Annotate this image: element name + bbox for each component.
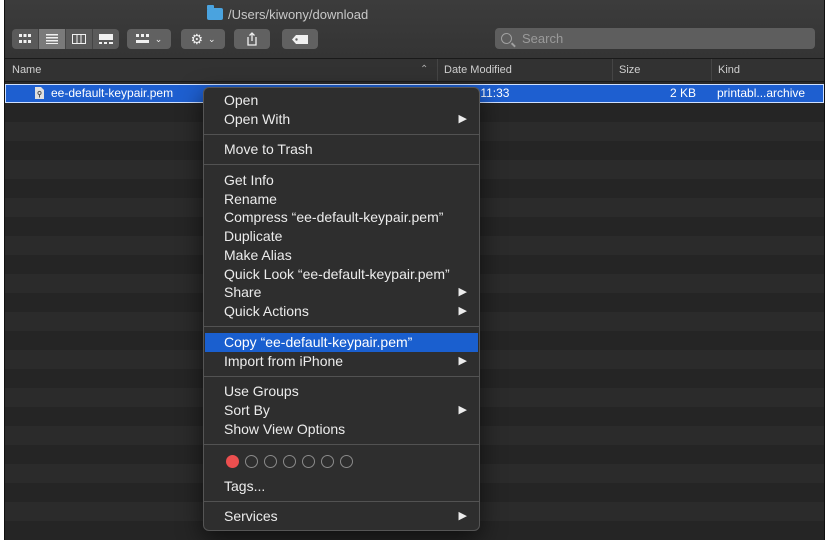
column-view-icon <box>72 34 86 44</box>
menu-item-quick-look[interactable]: Quick Look “ee-default-keypair.pem” <box>205 265 478 284</box>
menu-item-label: Import from iPhone <box>224 353 344 369</box>
tag-dot[interactable] <box>245 455 258 468</box>
file-size: 2 KB <box>670 86 697 100</box>
menu-item-get-info[interactable]: Get Info <box>205 171 478 190</box>
edit-tags-button[interactable] <box>282 29 318 49</box>
menu-item-label: Open With <box>224 111 291 127</box>
view-mode-segmented-control[interactable] <box>12 29 119 49</box>
column-header: Name ⌃ Date Modified Size Kind <box>5 59 824 82</box>
icon-view-icon <box>19 34 31 43</box>
tag-dot[interactable] <box>321 455 334 468</box>
column-view-button[interactable] <box>66 29 93 49</box>
tag-color-row <box>226 455 353 468</box>
submenu-arrow-icon: ▶ <box>458 286 467 298</box>
tag-dot[interactable] <box>302 455 315 468</box>
menu-item-quick-actions[interactable]: Quick Actions ▶ <box>205 302 478 321</box>
menu-item-make-alias[interactable]: Make Alias <box>205 246 478 265</box>
submenu-arrow-icon: ▶ <box>458 305 467 317</box>
column-name-header[interactable]: Name <box>12 59 41 81</box>
menu-item-label: Open <box>224 92 259 108</box>
menu-separator <box>204 444 479 445</box>
action-menu-button[interactable]: ⚙ ⌄ <box>181 29 225 49</box>
window-title: /Users/kiwony/download <box>207 5 368 23</box>
file-name: ee-default-keypair.pem <box>51 86 174 100</box>
chevron-down-icon: ⌄ <box>208 33 216 44</box>
chevron-down-icon: ⌄ <box>154 33 163 44</box>
menu-separator <box>204 376 479 377</box>
file-kind: printabl...archive <box>717 86 806 100</box>
folder-icon <box>207 5 223 20</box>
menu-item-label: Get Info <box>224 172 274 188</box>
menu-item-label: Copy “ee-default-keypair.pem” <box>224 334 413 350</box>
group-icon <box>135 34 149 43</box>
share-button[interactable] <box>234 29 270 49</box>
tag-icon <box>292 34 308 44</box>
menu-item-label: Make Alias <box>224 247 292 263</box>
tag-dot[interactable] <box>264 455 277 468</box>
menu-item-sort-by[interactable]: Sort By ▶ <box>205 401 478 420</box>
menu-item-share[interactable]: Share ▶ <box>205 283 478 302</box>
menu-item-label: Compress “ee-default-keypair.pem” <box>224 209 444 225</box>
submenu-arrow-icon: ▶ <box>458 355 467 367</box>
column-kind-header[interactable]: Kind <box>711 59 824 81</box>
column-size-header[interactable]: Size <box>612 59 709 81</box>
group-by-button[interactable]: ⌄ <box>127 29 171 49</box>
menu-item-show-view-options[interactable]: Show View Options <box>205 420 478 439</box>
share-icon <box>247 32 257 46</box>
menu-item-label: Share <box>224 284 262 300</box>
list-view-button[interactable] <box>39 29 66 49</box>
menu-item-label: Show View Options <box>224 421 346 437</box>
gear-icon: ⚙ <box>190 31 203 47</box>
menu-item-services[interactable]: Services ▶ <box>205 507 478 526</box>
menu-separator <box>204 134 479 135</box>
submenu-arrow-icon: ▶ <box>458 404 467 416</box>
search-input[interactable] <box>520 30 804 47</box>
gallery-view-button[interactable] <box>93 29 119 49</box>
menu-item-copy[interactable]: Copy “ee-default-keypair.pem” <box>205 333 478 352</box>
menu-item-label: Duplicate <box>224 228 283 244</box>
menu-item-label: Use Groups <box>224 383 299 399</box>
menu-item-label: Sort By <box>224 402 270 418</box>
menu-item-compress[interactable]: Compress “ee-default-keypair.pem” <box>205 208 478 227</box>
menu-separator <box>204 326 479 327</box>
gallery-view-icon <box>99 34 113 44</box>
menu-item-open-with[interactable]: Open With ▶ <box>205 110 478 129</box>
submenu-arrow-icon: ▶ <box>458 510 467 522</box>
menu-separator <box>204 501 479 502</box>
menu-item-move-to-trash[interactable]: Move to Trash <box>205 140 478 159</box>
menu-item-label: Quick Actions <box>224 303 309 319</box>
context-menu: Open Open With ▶ Move to Trash Get Info R… <box>203 87 480 531</box>
menu-item-rename[interactable]: Rename <box>205 190 478 209</box>
tag-dot[interactable] <box>283 455 296 468</box>
column-date-header[interactable]: Date Modified <box>437 59 614 81</box>
menu-item-duplicate[interactable]: Duplicate <box>205 227 478 246</box>
menu-item-label: Services <box>224 508 278 524</box>
file-icon <box>35 84 44 105</box>
finder-window: /Users/kiwony/download ⌄ ⚙ ⌄ Search Name… <box>4 0 825 540</box>
menu-item-label: Tags... <box>224 478 266 494</box>
menu-item-label: Move to Trash <box>224 141 313 157</box>
menu-item-import-from-iphone[interactable]: Import from iPhone ▶ <box>205 352 478 371</box>
search-field[interactable] <box>495 28 815 49</box>
sort-ascending-icon: ⌃ <box>420 64 429 75</box>
tag-red-dot[interactable] <box>226 455 239 468</box>
list-view-icon <box>46 34 58 44</box>
window-path: /Users/kiwony/download <box>228 6 369 22</box>
search-icon <box>501 33 512 44</box>
tag-dot[interactable] <box>340 455 353 468</box>
menu-item-open[interactable]: Open <box>205 91 478 110</box>
icon-view-button[interactable] <box>12 29 39 49</box>
menu-item-label: Quick Look “ee-default-keypair.pem” <box>224 266 450 282</box>
submenu-arrow-icon: ▶ <box>458 113 467 125</box>
titlebar: /Users/kiwony/download ⌄ ⚙ ⌄ <box>5 0 824 59</box>
menu-item-tags[interactable]: Tags... <box>205 477 478 496</box>
menu-separator <box>204 164 479 165</box>
menu-item-use-groups[interactable]: Use Groups <box>205 382 478 401</box>
menu-item-label: Rename <box>224 191 277 207</box>
